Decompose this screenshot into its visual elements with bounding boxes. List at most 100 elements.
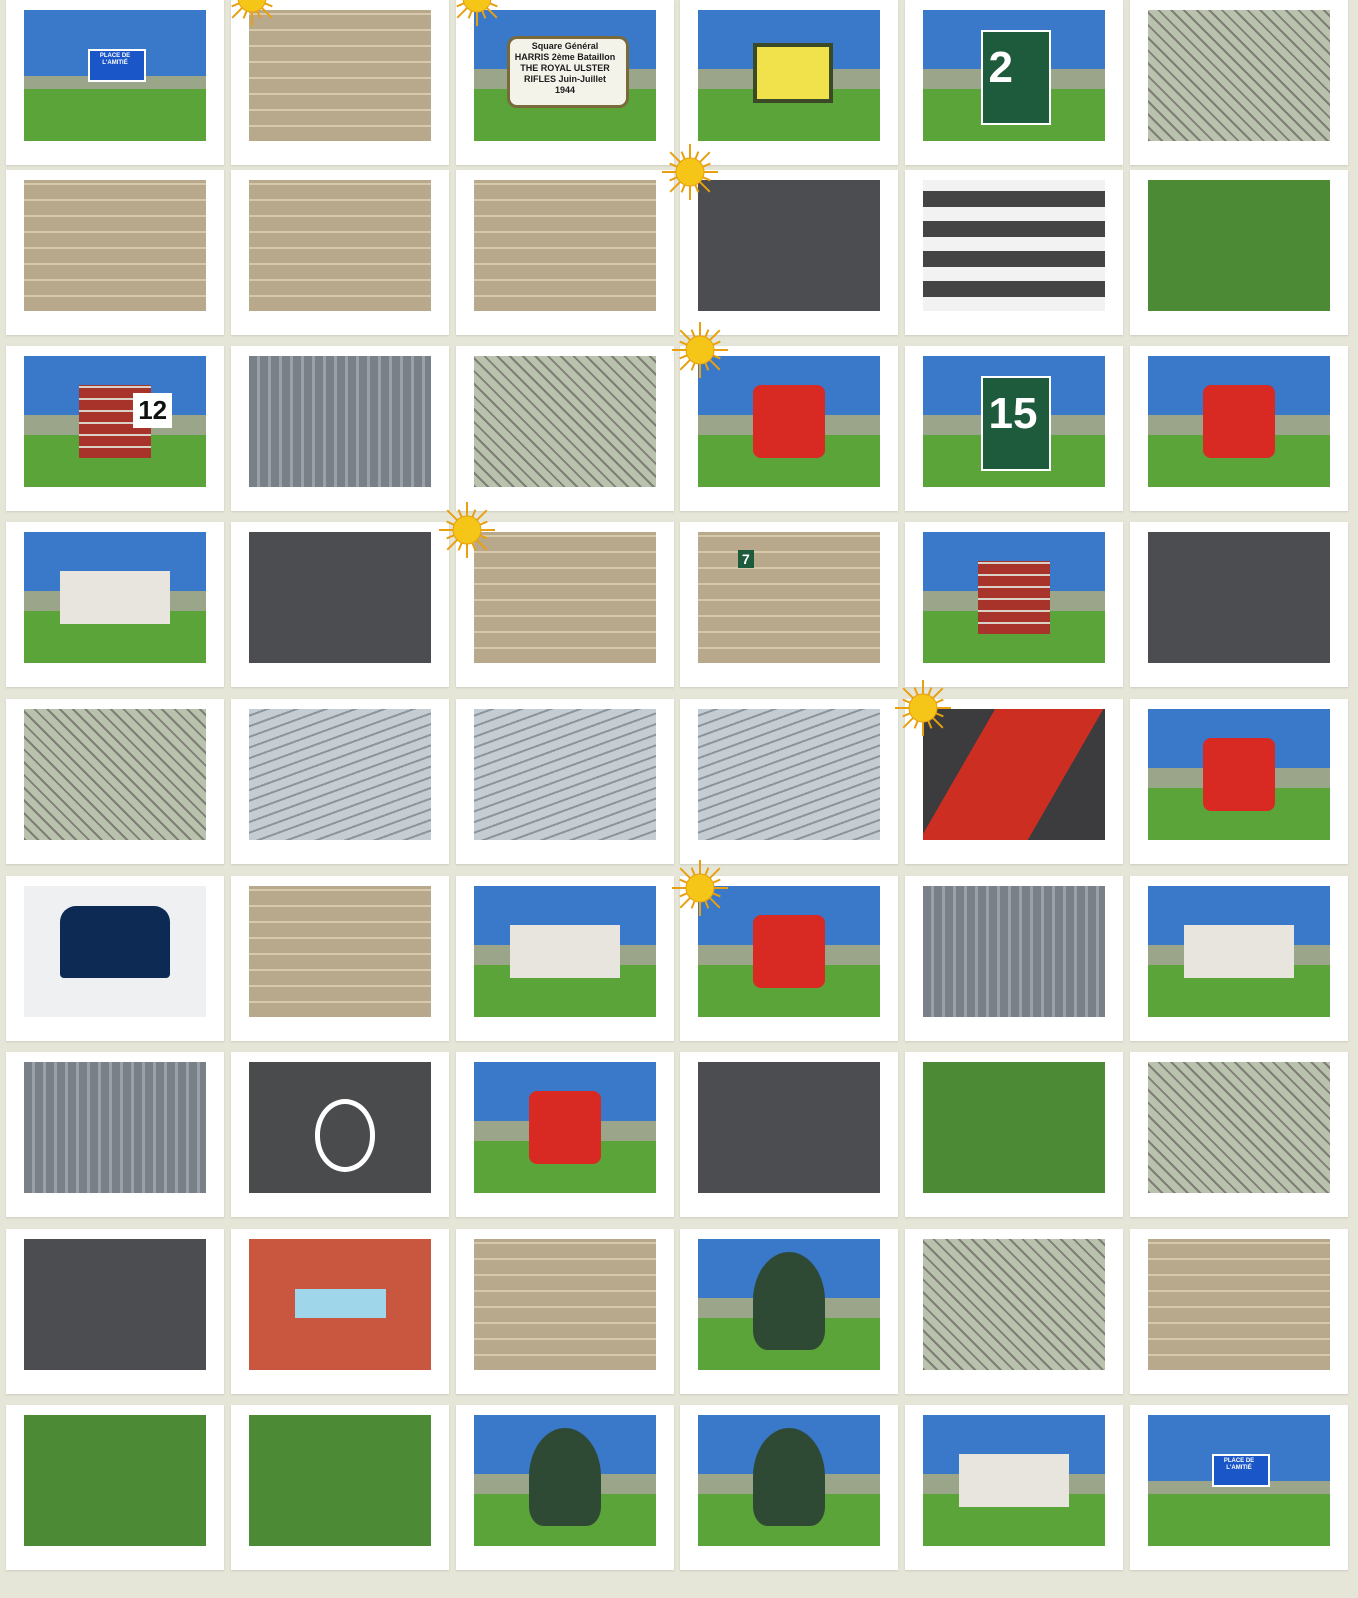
- photo-card-red-hydrant-park[interactable]: [6, 1405, 224, 1570]
- photo-card-rustic-fence-grass[interactable]: [231, 1405, 449, 1570]
- photo-card-red-white-post[interactable]: [1130, 699, 1348, 864]
- photo-arrow-sign: [249, 1239, 431, 1370]
- photo-card-house-number-15-mirror[interactable]: 15: [905, 346, 1123, 511]
- photo-subject: [923, 1239, 1105, 1370]
- photo-card-conifer-tree[interactable]: [680, 1229, 898, 1394]
- photo-tree-trunk-lawn: [698, 1415, 880, 1546]
- photo-card-brick-pillar-number-12[interactable]: 12: [6, 346, 224, 511]
- photo-red-bollard-shadow: [1148, 356, 1330, 487]
- photo-chainlink-fence: [923, 1239, 1105, 1370]
- photo-decorative-fence-panel: [923, 886, 1105, 1017]
- photo-subject: [24, 709, 206, 840]
- photo-subject: [249, 532, 431, 663]
- photo-card-red-running-track[interactable]: [905, 699, 1123, 864]
- photo-gate-post-mesh: [1148, 10, 1330, 141]
- photo-card-manhole-cover-grass[interactable]: [231, 522, 449, 687]
- photo-card-wooden-post-path[interactable]: [905, 1052, 1123, 1217]
- photo-wooden-fence-path: [24, 709, 206, 840]
- bicycle-icon: [314, 1098, 376, 1172]
- photo-card-log-palisade[interactable]: [1130, 1229, 1348, 1394]
- photo-card-crosswalk-stripes[interactable]: [905, 170, 1123, 335]
- photo-card-house-roofs-hedge[interactable]: [6, 522, 224, 687]
- photo-subject: [1148, 1062, 1330, 1193]
- photo-conifer-tree: [698, 1239, 880, 1370]
- photo-card-stone-pillar-number-7[interactable]: 7: [680, 522, 898, 687]
- photo-card-weeping-tree-lawn[interactable]: [456, 1405, 674, 1570]
- photo-stone-pillar-number-7: 7: [698, 532, 880, 663]
- photo-subject: [60, 571, 170, 624]
- photo-broken-fence-hedge: [1148, 1062, 1330, 1193]
- sun-ray: [712, 340, 721, 346]
- photo-subject: [474, 709, 656, 840]
- photo-crosswalk-stripes: [923, 180, 1105, 311]
- photo-card-stone-wall-path[interactable]: [231, 0, 449, 165]
- photo-card-leaning-post-hedge[interactable]: [456, 346, 674, 511]
- photo-card-broken-fence-hedge[interactable]: [1130, 1052, 1348, 1217]
- photo-stone-wall-path: [249, 10, 431, 141]
- photo-subject: [528, 1090, 602, 1165]
- photo-card-stone-wall-alley[interactable]: [6, 170, 224, 335]
- photo-card-wall-slot-opening[interactable]: [231, 170, 449, 335]
- photo-card-red-bollard-shadow[interactable]: [1130, 346, 1348, 511]
- arrow-icon: [294, 1288, 386, 1318]
- photo-log-palisade: [1148, 1239, 1330, 1370]
- photo-card-concrete-lattice[interactable]: [456, 1229, 674, 1394]
- photo-manhole-cover-grass: [249, 532, 431, 663]
- photo-asphalt-markers: [698, 1062, 880, 1193]
- photo-card-yellow-tree-plaque[interactable]: [680, 0, 898, 165]
- photo-subject: [249, 180, 431, 311]
- photo-card-utility-cover[interactable]: [6, 1229, 224, 1394]
- photo-red-bollard-lawn: [698, 356, 880, 487]
- photo-rustic-fence-grass: [249, 1415, 431, 1546]
- photo-card-plaque-square-general-harris[interactable]: Square Général HARRIS 2ème Bataillon THE…: [456, 0, 674, 165]
- photo-card-tree-trunk-lawn[interactable]: [680, 1405, 898, 1570]
- photo-card-red-bollard-lawn[interactable]: [680, 346, 898, 511]
- photo-wall-slot-opening: [249, 180, 431, 311]
- photo-card-chainlink-fence[interactable]: [905, 1229, 1123, 1394]
- photo-card-decorative-fence-panel[interactable]: [905, 876, 1123, 1041]
- photo-subject: [24, 1062, 206, 1193]
- sun-ray: [932, 687, 944, 699]
- photo-card-car-road-sign[interactable]: [6, 876, 224, 1041]
- photo-card-stone-facade-windows[interactable]: [456, 170, 674, 335]
- photo-text: Square Général HARRIS 2ème Bataillon THE…: [514, 41, 616, 96]
- photo-card-brick-pillar-street[interactable]: [905, 522, 1123, 687]
- photo-card-white-wall-bark[interactable]: [231, 876, 449, 1041]
- photo-subject: [474, 1239, 656, 1370]
- photo-subject: [698, 532, 880, 663]
- photo-card-house-window-grey-wall[interactable]: [1130, 876, 1348, 1041]
- photo-card-houses-bare-trees[interactable]: [905, 1405, 1123, 1570]
- photo-card-new-houses-gravel-path[interactable]: [456, 876, 674, 1041]
- photo-card-arrow-sign[interactable]: [231, 1229, 449, 1394]
- photo-card-balustrade-columns[interactable]: [456, 522, 674, 687]
- photo-card-grey-composite-fence[interactable]: [231, 346, 449, 511]
- photo-card-street-sign-place-de-lamitie-2[interactable]: PLACE DE L'AMITIÉ: [1130, 1405, 1348, 1570]
- photo-red-white-post: [1148, 709, 1330, 840]
- photo-subject: [249, 709, 431, 840]
- photo-card-green-barrier[interactable]: [1130, 170, 1348, 335]
- photo-subject: [752, 914, 826, 989]
- photo-card-downpipe-heart[interactable]: [231, 699, 449, 864]
- photo-white-wall-bark: [249, 886, 431, 1017]
- photo-subject: [698, 709, 880, 840]
- photo-card-red-fire-hydrant[interactable]: [456, 1052, 674, 1217]
- photo-subject: [1202, 737, 1276, 812]
- photo-card-concrete-curb-shadow[interactable]: [680, 170, 898, 335]
- photo-subject: [474, 532, 656, 663]
- photo-card-siding-bracket[interactable]: [680, 699, 898, 864]
- photo-card-red-fire-hydrant-closeup[interactable]: [680, 876, 898, 1041]
- photo-plaque-square-general-harris: Square Général HARRIS 2ème Bataillon THE…: [474, 10, 656, 141]
- photo-red-running-track: [923, 709, 1105, 840]
- photo-card-house-number-2[interactable]: 2: [905, 0, 1123, 165]
- photo-card-asphalt-markers[interactable]: [680, 1052, 898, 1217]
- photo-subject: [1148, 1239, 1330, 1370]
- photo-subject: [528, 1428, 602, 1527]
- photo-card-street-sign-place-de-lamitie[interactable]: PLACE DE L'AMITIÉ: [6, 0, 224, 165]
- photo-card-vertical-slat-fence[interactable]: [6, 1052, 224, 1217]
- photo-card-gate-post-mesh[interactable]: [1130, 0, 1348, 165]
- photo-card-wooden-fence-path[interactable]: [6, 699, 224, 864]
- photo-card-bicycle-lane-marking[interactable]: [231, 1052, 449, 1217]
- photo-card-metal-railing-panel[interactable]: [456, 699, 674, 864]
- photo-card-mail-slot[interactable]: [1130, 522, 1348, 687]
- photo-new-houses-gravel-path: [474, 886, 656, 1017]
